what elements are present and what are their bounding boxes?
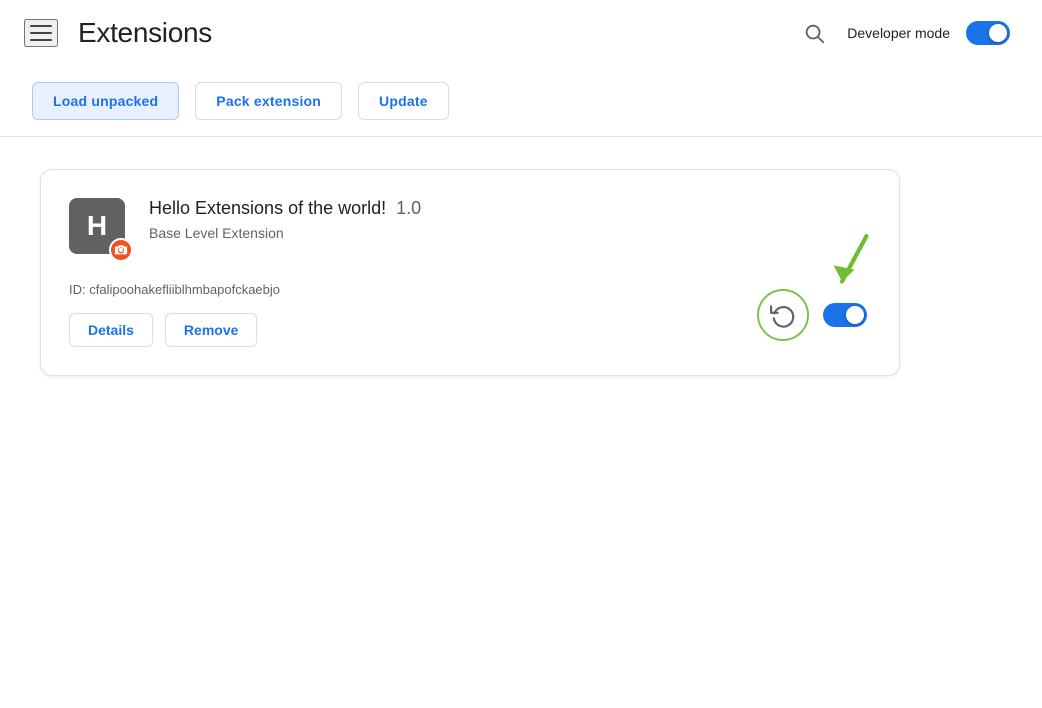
content-area: H Hello Extensions of the world! 1.0 Bas… (0, 137, 1042, 408)
icon-letter: H (87, 210, 107, 242)
ext-toggle-thumb (846, 306, 864, 324)
extension-badge (109, 238, 133, 262)
extension-enable-toggle[interactable] (823, 303, 867, 327)
camera-icon (114, 243, 128, 257)
extension-info: Hello Extensions of the world! 1.0 Base … (149, 198, 867, 241)
card-top: H Hello Extensions of the world! 1.0 Bas… (69, 198, 867, 258)
developer-mode-label: Developer mode (847, 25, 950, 41)
extension-description: Base Level Extension (149, 225, 867, 241)
card-actions-left: Details Remove (69, 313, 757, 347)
header-left: Extensions (24, 17, 212, 49)
toggle-thumb (989, 24, 1007, 42)
extension-id: ID: cfalipoohakefliiblhmbapofckaebjo (69, 282, 757, 297)
extension-name-row: Hello Extensions of the world! 1.0 (149, 198, 867, 219)
reload-button[interactable] (757, 289, 809, 341)
page-title: Extensions (78, 17, 212, 49)
details-button[interactable]: Details (69, 313, 153, 347)
update-button[interactable]: Update (358, 82, 449, 120)
developer-mode-toggle[interactable] (966, 21, 1010, 45)
search-icon (803, 22, 825, 44)
reload-button-wrapper (757, 289, 809, 341)
card-controls (757, 289, 867, 341)
search-button[interactable] (797, 16, 831, 50)
extension-version: 1.0 (396, 198, 421, 219)
extension-card: H Hello Extensions of the world! 1.0 Bas… (40, 169, 900, 376)
remove-button[interactable]: Remove (165, 313, 257, 347)
menu-button[interactable] (24, 19, 58, 47)
card-bottom-row: ID: cfalipoohakefliiblhmbapofckaebjo Det… (69, 282, 867, 347)
extension-icon-wrapper: H (69, 198, 129, 258)
pack-extension-button[interactable]: Pack extension (195, 82, 342, 120)
reload-icon (770, 302, 796, 328)
toolbar: Load unpacked Pack extension Update (0, 66, 1042, 137)
extension-name: Hello Extensions of the world! (149, 198, 386, 219)
header-right: Developer mode (797, 16, 1010, 50)
load-unpacked-button[interactable]: Load unpacked (32, 82, 179, 120)
id-and-actions: ID: cfalipoohakefliiblhmbapofckaebjo Det… (69, 282, 757, 347)
header: Extensions Developer mode (0, 0, 1042, 66)
